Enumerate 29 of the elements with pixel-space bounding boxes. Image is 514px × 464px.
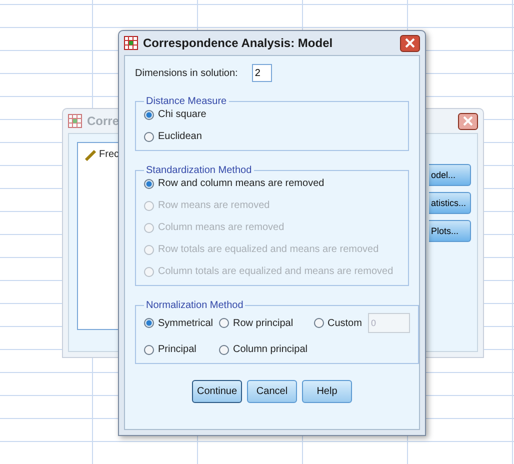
radio-option[interactable]: Principal	[144, 344, 214, 355]
radio-option[interactable]: Custom	[314, 318, 362, 328]
dialog-button[interactable]: Plots...	[429, 220, 471, 242]
radio-option[interactable]: Symmetrical	[144, 318, 214, 328]
close-icon	[463, 116, 473, 126]
radio-option[interactable]: Chi square	[144, 109, 400, 120]
dimensions-field[interactable]: 2	[252, 64, 272, 82]
radio-option[interactable]: Column principal	[219, 344, 308, 355]
dialog-button[interactable]: Help	[302, 380, 352, 403]
close-icon	[405, 38, 415, 48]
radio-option[interactable]: Row principal	[219, 318, 308, 328]
dialog-button[interactable]: odel...	[429, 164, 471, 186]
close-button[interactable]	[400, 34, 420, 52]
window-title: Corre	[87, 114, 120, 128]
list-item[interactable]: Frec	[99, 149, 119, 160]
radio-option[interactable]: Euclidean	[144, 131, 400, 142]
window-title: Correspondence Analysis: Model	[143, 36, 333, 50]
table-icon	[124, 36, 138, 50]
ruler-icon	[84, 149, 96, 161]
group-title: Standardization Method	[145, 165, 253, 176]
radio-option[interactable]: Row and column means are removed	[144, 178, 400, 189]
dimensions-label: Dimensions in solution:	[135, 68, 238, 78]
close-button[interactable]	[458, 112, 478, 130]
dialog-button[interactable]: atistics...	[429, 192, 471, 214]
dialog-button[interactable]: Cancel	[247, 380, 297, 403]
group-title: Normalization Method	[145, 300, 244, 311]
dialog-button[interactable]: Continue	[192, 380, 242, 403]
group-title: Distance Measure	[145, 96, 228, 107]
table-icon	[68, 114, 82, 128]
